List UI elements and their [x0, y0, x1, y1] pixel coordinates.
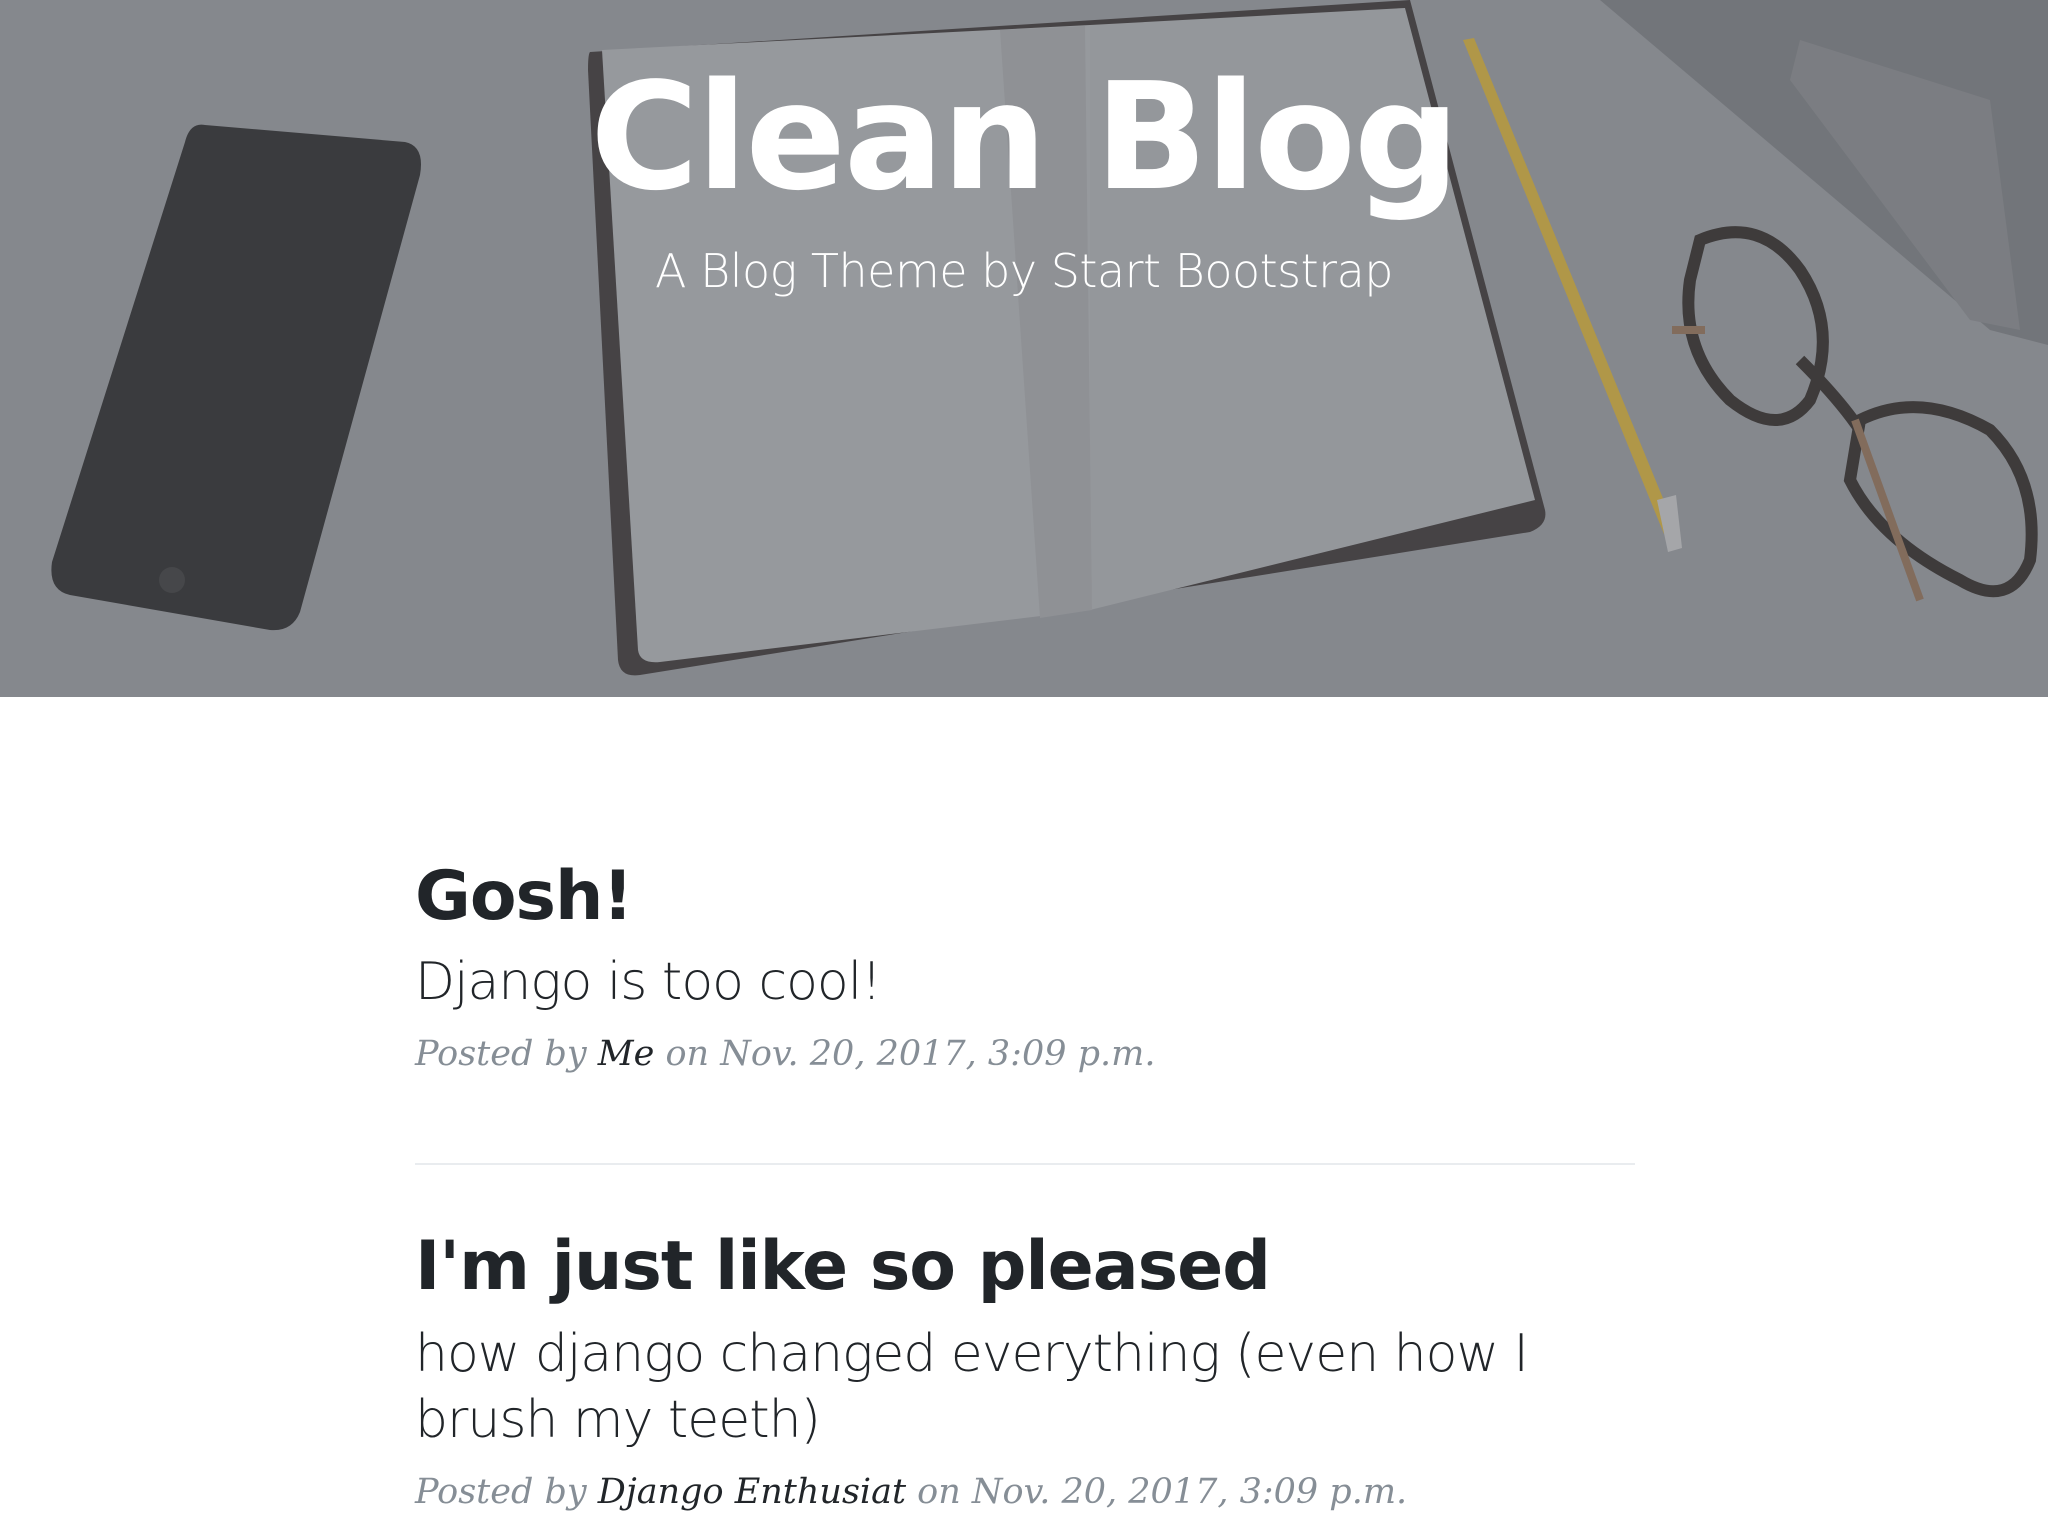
- post-title[interactable]: I'm just like so pleased: [415, 1225, 1635, 1309]
- site-title: Clean Blog: [590, 51, 1460, 223]
- site-subtitle: A Blog Theme by Start Bootstrap: [655, 244, 1393, 298]
- post-meta: Posted by Django Enthusiat on Nov. 20, 2…: [415, 1469, 1635, 1515]
- post-preview: I'm just like so pleased how django chan…: [415, 1225, 1635, 1515]
- post-subtitle[interactable]: how django changed everything (even how …: [415, 1321, 1635, 1453]
- post-author-link[interactable]: Me: [598, 1034, 655, 1074]
- post-meta-on: on: [906, 1472, 972, 1512]
- post-author-link[interactable]: Django Enthusiat: [598, 1472, 906, 1512]
- post-divider: [415, 1163, 1635, 1165]
- post-link[interactable]: Gosh! Django is too cool!: [415, 855, 1635, 1015]
- post-meta-prefix: Posted by: [415, 1034, 598, 1074]
- masthead: Clean Blog A Blog Theme by Start Bootstr…: [0, 0, 2048, 697]
- post-subtitle[interactable]: Django is too cool!: [415, 949, 1635, 1015]
- post-meta-on: on: [654, 1034, 721, 1074]
- post-preview: Gosh! Django is too cool! Posted by Me o…: [415, 855, 1635, 1077]
- post-date: Nov. 20, 2017, 3:09 p.m.: [971, 1472, 1408, 1512]
- post-meta: Posted by Me on Nov. 20, 2017, 3:09 p.m.: [415, 1031, 1635, 1077]
- post-meta-prefix: Posted by: [415, 1472, 598, 1512]
- post-date: Nov. 20, 2017, 3:09 p.m.: [720, 1034, 1156, 1074]
- post-title[interactable]: Gosh!: [415, 855, 1635, 939]
- post-link[interactable]: I'm just like so pleased how django chan…: [415, 1225, 1635, 1453]
